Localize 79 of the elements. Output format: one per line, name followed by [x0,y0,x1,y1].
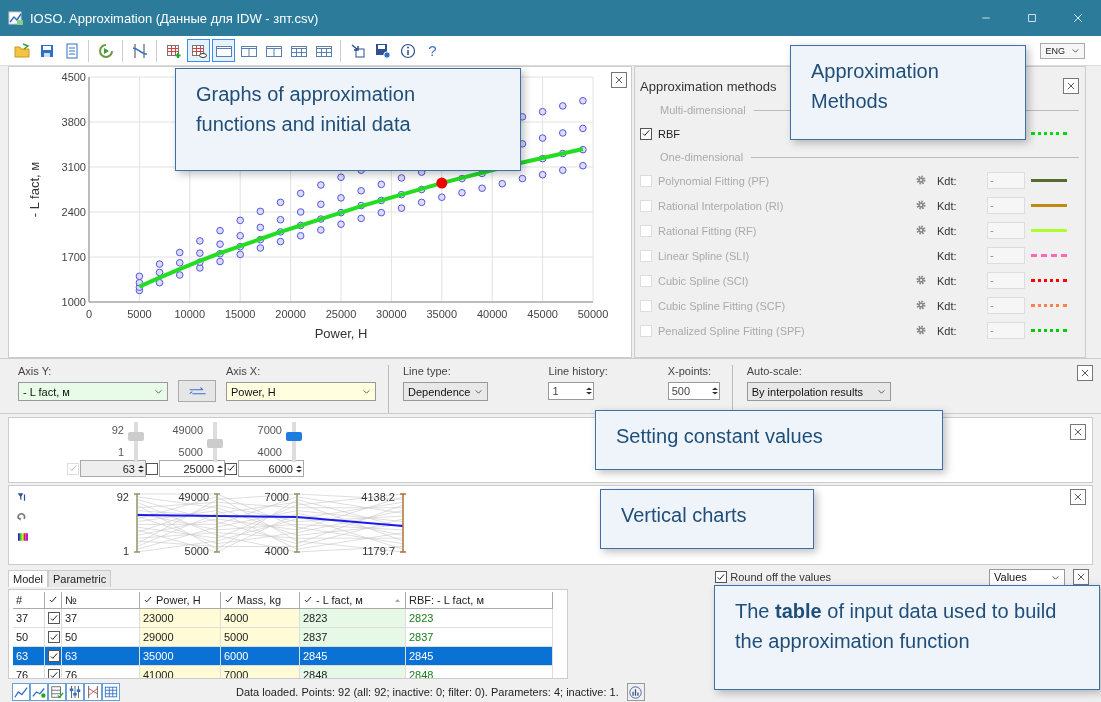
field-label: Axis X: [226,365,262,377]
tick-label: 45000 [527,308,558,320]
tick-label: 2400 [61,206,86,218]
kdt-label: Kdt: [937,174,957,187]
field-label: Line history: [548,365,608,377]
min-value: 1 [117,446,124,458]
callout-note: Setting constant values [595,410,943,470]
table-cell: 2845 [406,647,553,666]
table-cell: 23000 [140,609,221,628]
method-label: RBF [658,127,681,140]
table-cell: 63 [62,647,140,666]
checkbox-label: Round off the values [730,571,831,583]
kdt-label: Kdt: [937,249,957,262]
field-label: Auto-scale: [746,365,803,377]
table-cell: 5000 [221,628,300,647]
method-label: Cubic Spline (SCI) [658,274,750,287]
tick-label: 3100 [61,161,86,173]
min-value: 5000 [178,446,203,458]
table-cell: 2845 [300,647,406,666]
field-label: Line type: [403,365,452,377]
tick-label: 10000 [174,308,206,320]
axis-title: - L fact, м [27,161,42,218]
method-label: Rational Fitting (RF) [658,224,758,237]
table-cell: 6000 [221,647,300,666]
tick-label: 5000 [127,308,152,320]
max-value: 7000 [257,424,282,436]
kdt-label: Kdt: [937,324,957,337]
table-cell: 63 [13,647,45,666]
method-label: Penalized Spline Fitting (SPF) [658,324,806,337]
axis-max-label: 92 [116,491,129,503]
group-label: Multi-dimensional [660,104,746,116]
callout-note: The table of input data used to build the approximation function [714,585,1100,690]
method-label: Cubic Spline Fitting (SCF) [658,299,787,312]
status-message: Data loaded. Points: 92 (all: 92; inactive: 0; filter: 0). Parameters: 4; inactive: 1. [236,686,619,698]
axis-min-label: 1179.7 [362,545,395,557]
axis-min-label: 4000 [264,545,289,557]
kdt-label: Kdt: [937,274,957,287]
tick-label: 20000 [275,308,306,320]
panel-title: Approximation methods [640,78,777,94]
tick-label: 1700 [61,251,86,263]
tick-label: 3800 [61,116,86,128]
kdt-label: Kdt: [937,199,957,212]
table-cell: 4000 [221,609,300,628]
table-cell: 2823 [300,609,406,628]
max-value: 92 [111,424,124,436]
axis-max-label: 4138.2 [361,491,395,503]
tick-label: 50000 [577,308,609,320]
callout-note: Approximation Methods [790,45,1026,140]
group-label: One-dimensional [660,151,744,163]
axis-title: Power, H [314,326,368,341]
method-label: Linear Spline (SLI) [658,249,751,262]
tick-label: 15000 [224,308,256,320]
tick-label: 35000 [426,308,458,320]
table-cell: 2837 [300,628,406,647]
table-cell: 2823 [406,609,553,628]
tick-label: 4500 [61,71,86,83]
callout-note: Vertical charts [600,489,814,549]
max-value: 49000 [172,424,203,436]
method-label: Polynomial Fitting (PF) [658,174,771,187]
axis-max-label: 7000 [264,491,289,503]
min-value: 4000 [257,446,282,458]
tick-label: 1000 [61,296,86,308]
tick-label: 0 [85,308,93,320]
tick-label: 30000 [376,308,407,320]
axis-min-label: 1 [122,545,129,557]
axis-min-label: 5000 [184,545,209,557]
tick-label: 40000 [476,308,508,320]
axis-max-label: 49000 [178,491,209,503]
callout-note: Graphs of approximation functions and initial data [175,68,521,171]
table-cell: 35000 [140,647,221,666]
window-title: IOSO. Approximation (Данные для IDW - зпт.csv) [30,10,319,26]
kdt-label: Kdt: [937,299,957,312]
tick-label: 25000 [325,308,357,320]
kdt-label: Kdt: [937,224,957,237]
field-label: Axis Y: [18,365,53,377]
field-label: X-points: [667,365,713,377]
table-cell: 29000 [140,628,221,647]
table-cell: 37 [13,609,45,628]
method-label: Rational Interpolation (RI) [658,199,785,212]
